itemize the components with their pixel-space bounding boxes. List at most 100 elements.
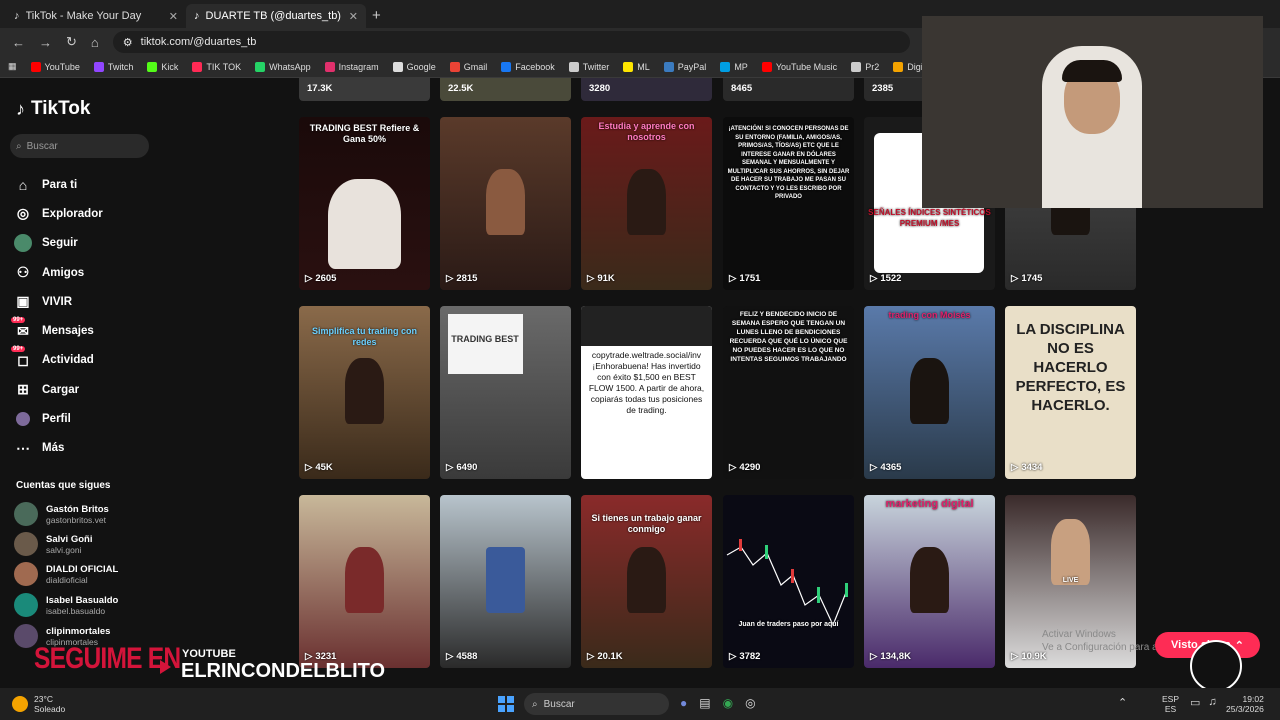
app-icon[interactable]: ◎ — [745, 696, 755, 710]
avatar — [14, 562, 38, 586]
play-count: ▷ 1745 — [1011, 273, 1043, 284]
bookmark-item[interactable]: Instagram — [324, 61, 379, 72]
sidebar-nav: ⌂ Para ti ◎ Explorador Seguir ⚇ Amigos ▣ VIV… — [11, 170, 274, 463]
bookmark-item[interactable]: MP — [720, 61, 748, 72]
discord-icon[interactable]: ● — [680, 696, 687, 710]
monitor-icon[interactable]: ▭ — [1190, 696, 1200, 709]
play-count: ▷ 2815 — [446, 273, 478, 284]
play-count: ▷ 4290 — [729, 462, 761, 473]
play-count: ▷ 20.1K — [587, 651, 623, 662]
video-card[interactable]: TRADING BEST ▷ 6490 — [440, 306, 571, 479]
video-card[interactable]: marketing digital ▷ 134,8K — [864, 495, 995, 668]
home-icon[interactable]: ⌂ — [91, 35, 99, 50]
compass-icon: ◎ — [16, 205, 30, 222]
play-count: ▷ 4588 — [446, 651, 478, 662]
candlestick-graphic — [726, 539, 848, 627]
bookmark-item[interactable]: Kick — [147, 61, 178, 72]
friends-icon: ⚇ — [16, 264, 30, 281]
chrome-icon[interactable]: ◉ — [723, 696, 733, 710]
video-card[interactable]: TRADING BEST Refiere & Gana 50% ▷ 2605 — [299, 117, 430, 290]
taskbar-search-input[interactable]: ⌕ Buscar — [524, 693, 669, 715]
bookmark-item[interactable]: TIK TOK — [192, 61, 241, 72]
video-card[interactable]: FELIZ Y BENDECIDO INICIO DE SEMANA ESPER… — [723, 306, 854, 479]
tiktok-logo[interactable]: ♪ TikTok — [16, 98, 90, 120]
app-icon[interactable]: ▤ — [699, 696, 710, 710]
bookmark-item[interactable]: YouTube — [30, 61, 80, 72]
close-tab-icon[interactable]: ✕ — [349, 10, 358, 23]
video-card[interactable]: Estudia y aprende con nosotros ▷ 91K — [581, 117, 712, 290]
nav-item-para-ti[interactable]: ⌂ Para ti — [14, 170, 274, 199]
reload-icon[interactable]: ↻ — [66, 34, 77, 50]
language-indicator[interactable]: ESP ES — [1162, 694, 1179, 714]
video-card[interactable]: ▷ 4588 — [440, 495, 571, 668]
back-icon[interactable]: ← — [12, 35, 25, 50]
video-card[interactable]: 8465 — [723, 78, 854, 101]
video-card[interactable]: Juan de traders paso por aquí ▷ 3782 — [723, 495, 854, 668]
avatar — [14, 593, 38, 617]
sidebar-search-input[interactable]: ⌕ Buscar — [10, 134, 149, 158]
windows-start-icon[interactable] — [498, 696, 514, 712]
play-count: ▷ 2605 — [305, 273, 337, 284]
nav-item-perfil[interactable]: Perfil — [14, 404, 274, 433]
nav-item-actividad[interactable]: ◻ 99+ Actividad — [11, 346, 274, 375]
bookmark-item[interactable]: ML — [623, 61, 650, 72]
video-overlay-text: trading con Moisés — [888, 310, 971, 320]
play-count: ▷ 1522 — [870, 273, 902, 284]
tab-title: TikTok - Make Your Day — [25, 10, 142, 22]
following-account[interactable]: Gastón Britos gastonbritos.vet — [14, 502, 109, 526]
following-account[interactable]: Isabel Basualdo isabel.basualdo — [14, 593, 118, 617]
more-icon: ⋯ — [16, 439, 30, 456]
bookmark-item[interactable]: Google — [392, 61, 436, 72]
video-overlay-text: marketing digital — [885, 498, 974, 510]
bookmark-item[interactable]: YouTube Music — [761, 61, 837, 72]
following-account[interactable]: DIALDI OFICIAL dialdioficial — [14, 562, 118, 586]
following-account[interactable]: Salvi Goñi salvi.goni — [14, 532, 92, 556]
video-card[interactable]: LA DISCIPLINA NO ES HACERLO PERFECTO, ES… — [1005, 306, 1136, 479]
video-card[interactable]: copytrade.weltrade.social/inv ¡Enhorabue… — [581, 306, 712, 479]
nav-item-seguir[interactable]: Seguir — [14, 229, 274, 258]
video-card[interactable]: 17.3K — [299, 78, 430, 101]
browser-tab-1[interactable]: ♪ TikTok - Make Your Day ✕ — [6, 4, 186, 28]
weather-widget[interactable]: 23°C Soleado — [12, 694, 65, 714]
bookmark-item[interactable]: Gmail — [449, 61, 487, 72]
nav-item-cargar[interactable]: ⊞ Cargar — [14, 375, 274, 404]
address-bar[interactable]: ⚙ tiktok.com/@duartes_tb — [112, 31, 910, 53]
scroll-top-icon[interactable] — [1190, 640, 1242, 692]
search-icon: ⌕ — [532, 698, 538, 710]
video-card[interactable]: Si tienes un trabajo ganar conmigo ▷ 20.… — [581, 495, 712, 668]
bookmark-item[interactable]: Twitch — [93, 61, 133, 72]
overlay-platform: YOUTUBE — [182, 648, 236, 660]
taskbar-apps: ● ▤ ◉ ◎ — [680, 696, 756, 710]
play-count: ▷ 91K — [587, 273, 615, 284]
close-tab-icon[interactable]: ✕ — [169, 10, 178, 23]
video-card[interactable]: ¡ATENCIÓN! SI CONOCEN PERSONAS DE SU ENT… — [723, 117, 854, 290]
live-icon: ▣ — [16, 293, 30, 310]
bookmark-item[interactable]: PayPal — [663, 61, 706, 72]
chevron-up-icon[interactable]: ⌃ — [1118, 696, 1127, 709]
forward-icon[interactable]: → — [39, 35, 52, 50]
nav-item-mas[interactable]: ⋯ Más — [14, 434, 274, 463]
clock[interactable]: 19:02 25/3/2026 — [1226, 694, 1264, 714]
apps-grid-icon[interactable]: ▦ — [8, 61, 17, 72]
video-card[interactable]: 3280 — [581, 78, 712, 101]
nav-item-mensajes[interactable]: ✉ 99+ Mensajes — [11, 316, 274, 345]
bookmark-item[interactable]: WhatsApp — [255, 61, 311, 72]
bookmark-item[interactable]: Facebook — [501, 61, 555, 72]
bookmark-item[interactable]: Pr2 — [851, 61, 879, 72]
activity-badge: 99+ — [11, 346, 26, 353]
tab-title: DUARTE TB (@duartes_tb) | TikT — [205, 10, 343, 22]
video-overlay-text: Simplifica tu trading con redes — [311, 326, 417, 347]
bookmark-item[interactable]: Twitter — [568, 61, 609, 72]
browser-tab-2[interactable]: ♪ DUARTE TB (@duartes_tb) | TikT ✕ — [186, 4, 366, 28]
nav-item-vivir[interactable]: ▣ VIVIR — [14, 287, 274, 316]
video-card[interactable]: trading con Moisés ▷ 4365 — [864, 306, 995, 479]
site-info-icon[interactable]: ⚙ — [123, 36, 133, 49]
video-card[interactable]: ▷ 2815 — [440, 117, 571, 290]
new-tab-icon[interactable]: + — [372, 7, 381, 24]
video-card[interactable]: Simplifica tu trading con redes ▷ 45K — [299, 306, 430, 479]
play-count: ▷ 4365 — [870, 462, 902, 473]
nav-item-explorador[interactable]: ◎ Explorador — [14, 199, 274, 228]
speaker-icon[interactable]: ♫ — [1208, 696, 1216, 709]
nav-item-amigos[interactable]: ⚇ Amigos — [14, 258, 274, 287]
video-card[interactable]: 22.5K — [440, 78, 571, 101]
